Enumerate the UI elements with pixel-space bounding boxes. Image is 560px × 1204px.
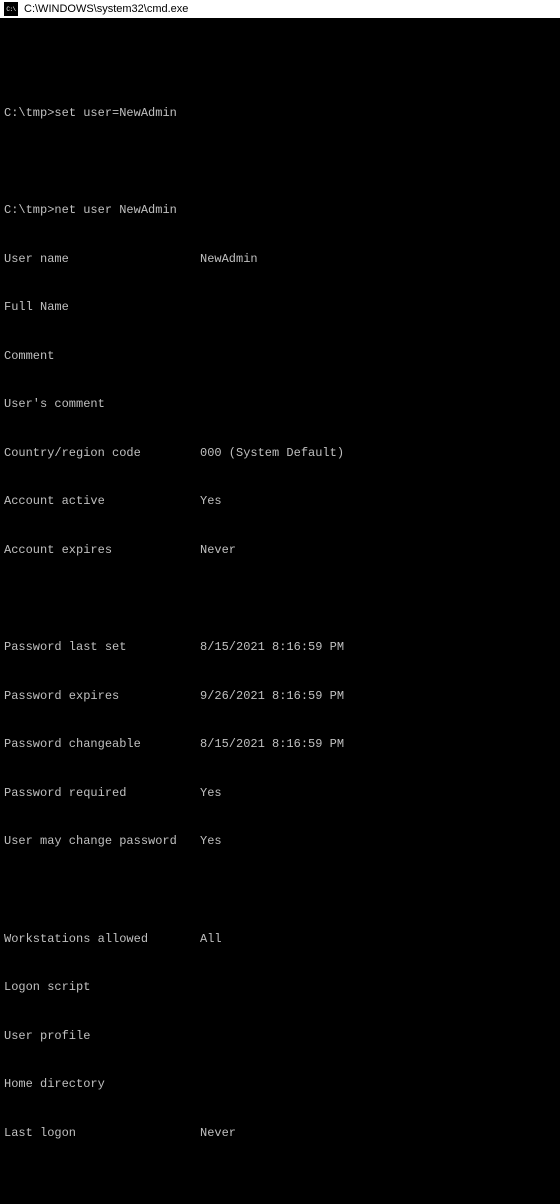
field-label: Account active xyxy=(4,493,200,509)
field-value: Yes xyxy=(200,833,556,849)
field-label: Logon script xyxy=(4,979,200,995)
field-value: NewAdmin xyxy=(200,251,556,267)
field-label: Password last set xyxy=(4,639,200,655)
field-label: User name xyxy=(4,251,200,267)
field-label: Home directory xyxy=(4,1076,200,1092)
field-label: Comment xyxy=(4,348,200,364)
cmd[interactable]: net user NewAdmin xyxy=(54,202,176,218)
field-label: Password changeable xyxy=(4,736,200,752)
field-value: All xyxy=(200,931,556,947)
window-titlebar[interactable]: C:\WINDOWS\system32\cmd.exe xyxy=(0,0,560,18)
field-value xyxy=(200,1076,556,1092)
cmd-icon xyxy=(4,2,18,16)
field-value: Never xyxy=(200,542,556,558)
cmd[interactable]: set user=NewAdmin xyxy=(54,105,176,121)
field-label: Full Name xyxy=(4,299,200,315)
field-value: Yes xyxy=(200,493,556,509)
field-value xyxy=(200,1028,556,1044)
field-label: Account expires xyxy=(4,542,200,558)
prompt: C:\tmp> xyxy=(4,202,54,218)
terminal-output: C:\tmp>set user=NewAdmin C:\tmp>net user… xyxy=(0,18,560,1204)
field-value: Never xyxy=(200,1125,556,1141)
window-title: C:\WINDOWS\system32\cmd.exe xyxy=(24,3,188,15)
field-label: User profile xyxy=(4,1028,200,1044)
field-value: Yes xyxy=(200,785,556,801)
field-value xyxy=(200,299,556,315)
field-label: User's comment xyxy=(4,396,200,412)
field-label: Last logon xyxy=(4,1125,200,1141)
field-label: Password required xyxy=(4,785,200,801)
prompt: C:\tmp> xyxy=(4,105,54,121)
field-value: 8/15/2021 8:16:59 PM xyxy=(200,639,556,655)
field-value xyxy=(200,396,556,412)
field-value: 8/15/2021 8:16:59 PM xyxy=(200,736,556,752)
field-value: 000 (System Default) xyxy=(200,445,556,461)
field-label: Workstations allowed xyxy=(4,931,200,947)
field-value xyxy=(200,979,556,995)
field-label: Country/region code xyxy=(4,445,200,461)
field-value xyxy=(200,348,556,364)
field-label: User may change password xyxy=(4,833,200,849)
field-label: Password expires xyxy=(4,688,200,704)
field-value: 9/26/2021 8:16:59 PM xyxy=(200,688,556,704)
